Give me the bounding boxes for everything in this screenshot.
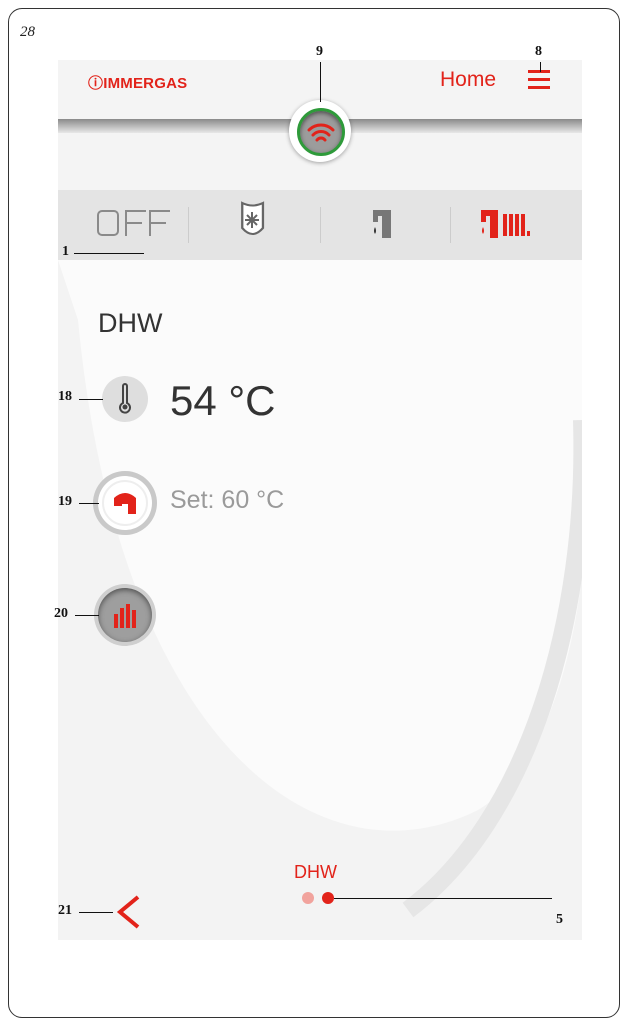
thermometer-icon bbox=[119, 383, 131, 414]
page-number: 28 bbox=[20, 24, 35, 40]
callout-5: 5 bbox=[556, 912, 563, 927]
tap-icon bbox=[102, 480, 148, 526]
off-icon bbox=[97, 210, 170, 236]
mode-dhw-tab[interactable] bbox=[321, 190, 451, 260]
callout-20: 20 bbox=[54, 606, 68, 621]
section-title: DHW bbox=[98, 308, 163, 338]
chevron-left-icon bbox=[116, 895, 140, 929]
callout-8: 8 bbox=[535, 44, 542, 59]
hamburger-menu-icon[interactable] bbox=[528, 70, 550, 90]
pager-dot-1[interactable] bbox=[302, 892, 314, 904]
heating-function-button[interactable] bbox=[98, 588, 152, 642]
temperature-indicator bbox=[102, 376, 148, 422]
connection-status-button[interactable] bbox=[289, 100, 351, 162]
mode-off-tab[interactable] bbox=[58, 190, 188, 260]
antifreeze-icon bbox=[241, 201, 265, 235]
page-title: Home bbox=[440, 68, 497, 91]
brand-logo: ⓘIMMERGAS bbox=[88, 75, 188, 92]
back-button[interactable] bbox=[114, 895, 144, 929]
callout-21: 21 bbox=[58, 903, 72, 918]
pager-dot-2[interactable] bbox=[322, 892, 334, 904]
callout-1: 1 bbox=[62, 244, 69, 259]
mode-dhw-heating-tab[interactable] bbox=[451, 190, 581, 260]
setpoint-button[interactable] bbox=[98, 476, 152, 530]
callout-18: 18 bbox=[58, 389, 72, 404]
heating-flame-icon bbox=[114, 604, 136, 628]
wifi-icon bbox=[307, 123, 335, 142]
dhw-and-heating-icon bbox=[481, 210, 530, 238]
mode-antifreeze-tab[interactable] bbox=[189, 190, 319, 260]
callout-19: 19 bbox=[58, 494, 72, 509]
current-page-label: DHW bbox=[294, 862, 337, 882]
setpoint-value: Set: 60 °C bbox=[170, 486, 285, 514]
dhw-tap-icon bbox=[373, 210, 391, 238]
current-temperature: 54 °C bbox=[170, 377, 276, 424]
callout-9: 9 bbox=[316, 44, 323, 59]
